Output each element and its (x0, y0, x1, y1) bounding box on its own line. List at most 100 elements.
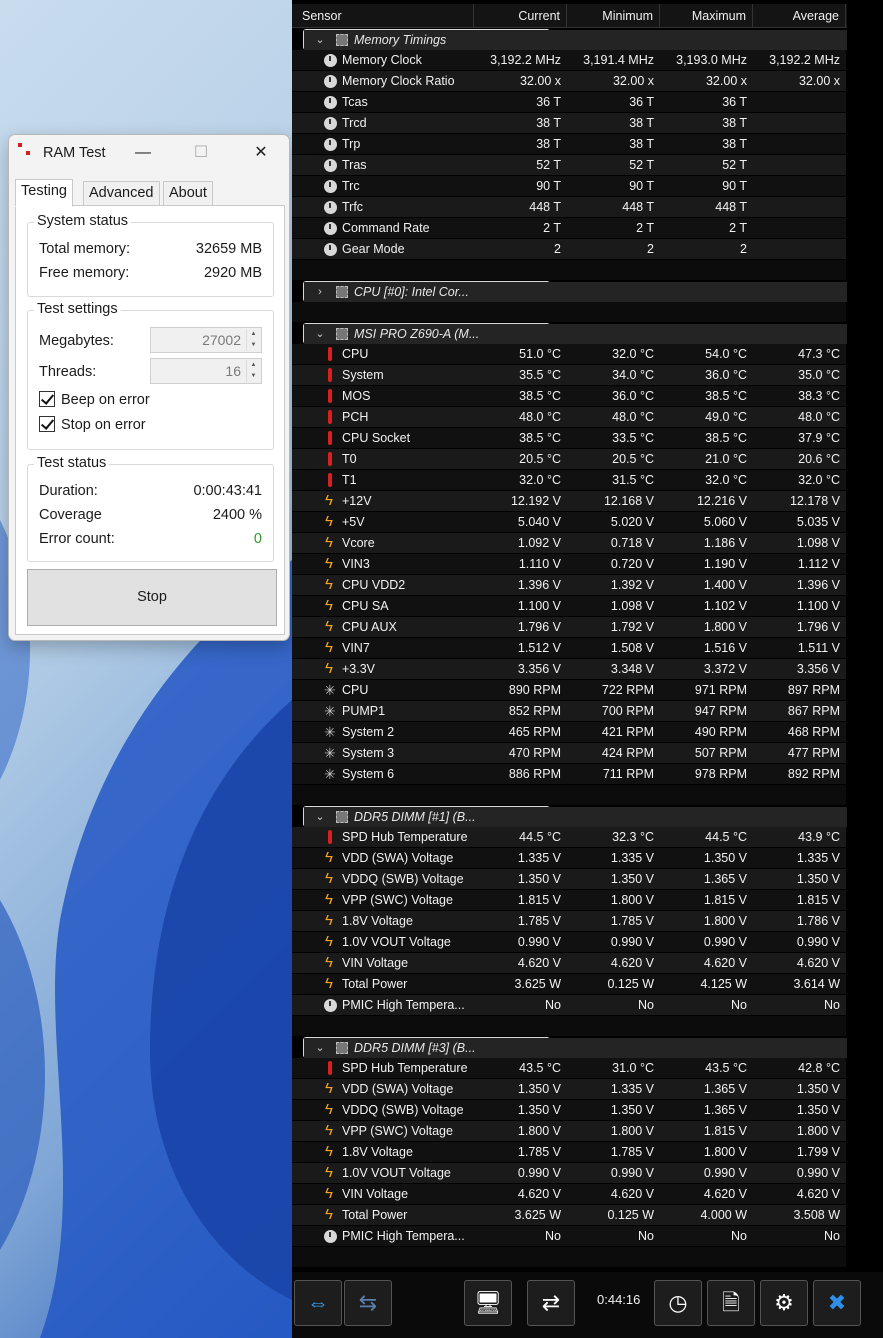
sensor-row[interactable]: VDD (SWA) Voltage 1.335 V 1.335 V 1.350 V 1.… (292, 848, 847, 869)
sensor-row[interactable]: VPP (SWC) Voltage 1.815 V 1.800 V 1.815 V 1.… (292, 890, 847, 911)
sensor-row[interactable]: SPD Hub Temperature 44.5 °C 32.3 °C 44.5 °C… (292, 827, 847, 848)
sensor-row[interactable]: PCH 48.0 °C 48.0 °C 49.0 °C 48.0 °C (292, 407, 847, 428)
sensor-row[interactable]: Trfc 448 T 448 T 448 T (292, 197, 847, 218)
spinner-arrows-icon[interactable]: ▲ ▼ (246, 360, 260, 382)
sensor-row[interactable]: PUMP1 852 RPM 700 RPM 947 RPM 867 RPM ✳ (292, 701, 847, 722)
sensor-row[interactable]: VDDQ (SWB) Voltage 1.350 V 1.350 V 1.365 V1… (292, 1100, 847, 1121)
sensor-row[interactable]: 1.0V VOUT Voltage 0.990 V 0.990 V 0.990 V 0.… (292, 1163, 847, 1184)
column-header-minimum[interactable]: Minimum (567, 4, 660, 28)
sensor-row[interactable]: CPU Socket 38.5 °C 33.5 °C 38.5 °C 37.9 °C (292, 428, 847, 449)
sensor-group-row[interactable]: Memory Timings ⌄ (303, 29, 858, 50)
settings-gear-icon[interactable]: ⚙ (760, 1280, 808, 1326)
column-header-current[interactable]: Current (474, 4, 567, 28)
sensor-row[interactable]: System 6 886 RPM 711 RPM 978 RPM 892 RPM ✳ (292, 764, 847, 785)
sensor-row[interactable]: Total Power 3.625 W 0.125 W 4.000 W 3.508 W ϟ (292, 1205, 847, 1226)
sensor-row[interactable]: 1.0V VOUT Voltage 0.990 V 0.990 V 0.990 V 0.… (292, 932, 847, 953)
sensor-row[interactable]: PMIC High Tempera... No No No No (292, 1226, 847, 1247)
sensor-row[interactable]: Tcas 36 T 36 T 36 T (292, 92, 847, 113)
report-icon[interactable]: 🗎 (707, 1280, 755, 1326)
tab-testing[interactable]: Testing (15, 179, 73, 207)
sensor-row[interactable]: System 35.5 °C 34.0 °C 36.0 °C 35.0 °C (292, 365, 847, 386)
sensor-row[interactable]: VDDQ (SWB) Voltage 1.350 V 1.350 V 1.365 V1… (292, 869, 847, 890)
maximum-value: 3,193.0 MHz (660, 50, 753, 70)
expand-arrows-icon[interactable]: ⇔ (294, 1280, 342, 1326)
tab-advanced[interactable]: Advanced (83, 181, 160, 206)
megabytes-spinner[interactable]: 27002 ▲ ▼ (150, 327, 262, 353)
sensor-row[interactable]: System 3 470 RPM 424 RPM 507 RPM 477 RPM ✳ (292, 743, 847, 764)
sensor-group-row[interactable]: CPU [#0]: Intel Cor... › (303, 281, 858, 302)
monitor-icon[interactable]: 🖥 (464, 1280, 512, 1326)
sensor-row[interactable]: Memory Clock Ratio 32.00 x 32.00 x 32.00 x3… (292, 71, 847, 92)
sensor-row[interactable]: System 2 465 RPM 421 RPM 490 RPM 468 RPM ✳ (292, 722, 847, 743)
sensor-row[interactable]: 1.8V Voltage 1.785 V 1.785 V 1.800 V 1.799 V… (292, 1142, 847, 1163)
maximize-button[interactable]: ☐ (181, 139, 221, 167)
sensor-row[interactable]: T0 20.5 °C 20.5 °C 21.0 °C 20.6 °C (292, 449, 847, 470)
maximum-value (672, 1038, 765, 1058)
sensor-row[interactable]: SPD Hub Temperature 43.5 °C 31.0 °C 43.5 °C… (292, 1058, 847, 1079)
spinner-arrows-icon[interactable]: ▲ ▼ (246, 329, 260, 351)
minimum-value: 38 T (567, 134, 660, 154)
sensor-row[interactable]: +3.3V 3.356 V 3.348 V 3.372 V 3.356 Vϟ (292, 659, 847, 680)
sensor-row[interactable]: VPP (SWC) Voltage 1.800 V 1.800 V 1.815 V 1.… (292, 1121, 847, 1142)
chevron-down-icon[interactable]: ⌄ (314, 30, 326, 50)
close-x-icon[interactable]: ✖ (813, 1280, 861, 1326)
clock-icon[interactable]: ◷ (654, 1280, 702, 1326)
lightning-icon: ϟ (325, 534, 333, 551)
sensor-row[interactable]: Gear Mode 2 2 2 (292, 239, 847, 260)
sensor-row[interactable]: Trcd 38 T 38 T 38 T (292, 113, 847, 134)
sensor-row[interactable]: CPU VDD2 1.396 V 1.392 V 1.400 V 1.396 Vϟ (292, 575, 847, 596)
sensor-row[interactable]: CPU AUX 1.796 V 1.792 V 1.800 V 1.796 Vϟ (292, 617, 847, 638)
sensor-row[interactable]: CPU SA 1.100 V 1.098 V 1.102 V 1.100 Vϟ (292, 596, 847, 617)
sensor-row[interactable]: Memory Clock 3,192.2 MHz 3,191.4 MHz 3,193.… (292, 50, 847, 71)
stop-button[interactable]: Stop (27, 569, 277, 626)
sensor-row[interactable]: Trc 90 T 90 T 90 T (292, 176, 847, 197)
average-value: 0.990 V (753, 932, 846, 952)
current-value (474, 1247, 567, 1267)
maximum-value: 1.365 V (660, 869, 753, 889)
chevron-down-icon[interactable]: ⌄ (314, 807, 326, 827)
sensor-row[interactable]: Trp 38 T 38 T 38 T (292, 134, 847, 155)
sensor-group-row[interactable]: DDR5 DIMM [#3] (B... ⌄ (303, 1037, 858, 1058)
sensor-row[interactable]: VIN7 1.512 V 1.508 V 1.516 V 1.511 V ϟ (292, 638, 847, 659)
beep-on-error-checkbox[interactable]: Beep on error (39, 391, 150, 408)
sensor-group-row[interactable]: DDR5 DIMM [#1] (B... ⌄ (303, 806, 858, 827)
sensor-row[interactable]: Total Power 3.625 W 0.125 W 4.125 W 3.614 W ϟ (292, 974, 847, 995)
maximum-value: 32.00 x (660, 71, 753, 91)
sensor-row[interactable]: Tras 52 T 52 T 52 T (292, 155, 847, 176)
sensor-row[interactable]: Vcore 1.092 V 0.718 V 1.186 V 1.098 V ϟ (292, 533, 847, 554)
sensor-group-row[interactable]: MSI PRO Z690-A (M... ⌄ (303, 323, 858, 344)
clock-icon (324, 54, 337, 67)
network-icon[interactable]: ⇄ (527, 1280, 575, 1326)
chevron-down-icon[interactable]: ⌄ (314, 1038, 326, 1058)
sensor-name: SPD Hub Temperature (292, 1058, 474, 1078)
sensor-row[interactable]: VIN Voltage 4.620 V 4.620 V 4.620 V 4.620 Vϟ (292, 1184, 847, 1205)
sensor-row[interactable]: +12V 12.192 V 12.168 V 12.216 V 12.178 V ϟ (292, 491, 847, 512)
sensor-row[interactable]: 1.8V Voltage 1.785 V 1.785 V 1.800 V 1.786 V… (292, 911, 847, 932)
collapse-arrows-icon[interactable]: ⇆ (344, 1280, 392, 1326)
average-value: 48.0 °C (753, 407, 846, 427)
column-header-average[interactable]: Average (753, 4, 846, 28)
sensor-row[interactable]: T1 32.0 °C 31.5 °C 32.0 °C 32.0 °C (292, 470, 847, 491)
current-value: 0.990 V (474, 932, 567, 952)
stop-on-error-checkbox[interactable]: Stop on error (39, 416, 146, 433)
sensor-row[interactable]: CPU 890 RPM 722 RPM 971 RPM 897 RPM ✳ (292, 680, 847, 701)
chevron-down-icon[interactable]: ⌄ (314, 324, 326, 344)
minimize-button[interactable]: — (123, 139, 163, 167)
sensor-row[interactable]: VIN3 1.110 V 0.720 V 1.190 V 1.112 V ϟ (292, 554, 847, 575)
sensor-row[interactable]: Command Rate 2 T2 T2 T (292, 218, 847, 239)
column-header-sensor[interactable]: Sensor (292, 4, 474, 28)
average-value (753, 155, 846, 175)
close-button[interactable]: ✕ (241, 139, 281, 167)
column-header-maximum[interactable]: Maximum (660, 4, 753, 28)
chevron-right-icon[interactable]: › (314, 282, 326, 302)
tab-about[interactable]: About (163, 181, 213, 206)
sensor-name: CPU (292, 344, 474, 364)
sensor-row[interactable]: VDD (SWA) Voltage 1.350 V 1.335 V 1.365 V 1.… (292, 1079, 847, 1100)
sensor-row[interactable]: +5V 5.040 V 5.020 V 5.060 V 5.035 V ϟ (292, 512, 847, 533)
sensor-row[interactable]: MOS 38.5 °C 36.0 °C 38.5 °C 38.3 °C (292, 386, 847, 407)
sensor-row[interactable]: CPU 51.0 °C 32.0 °C 54.0 °C 47.3 °C (292, 344, 847, 365)
threads-spinner[interactable]: 16 ▲ ▼ (150, 358, 262, 384)
maximum-value: 12.216 V (660, 491, 753, 511)
sensor-row[interactable]: VIN Voltage 4.620 V 4.620 V 4.620 V 4.620 Vϟ (292, 953, 847, 974)
sensor-row[interactable]: PMIC High Tempera... No No No No (292, 995, 847, 1016)
